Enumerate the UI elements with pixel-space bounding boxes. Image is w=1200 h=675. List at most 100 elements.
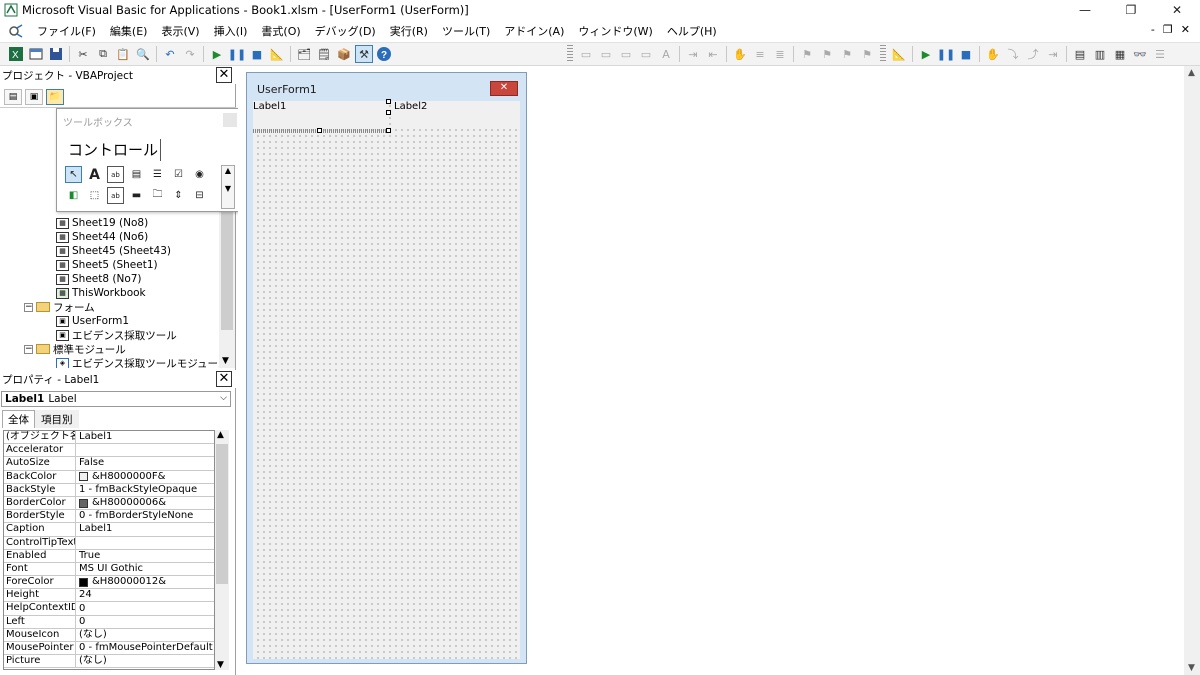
property-row[interactable]: AutoSize False — [4, 457, 214, 471]
property-row[interactable]: BorderColor &H80000006& — [4, 496, 214, 511]
userform-window[interactable]: UserForm1 ✕ Label1 Label2 — [246, 72, 527, 664]
property-row[interactable]: Caption Label1 — [4, 523, 214, 537]
toggle-breakpoint-icon[interactable]: ✋ — [731, 45, 749, 63]
commandbutton-tool-icon[interactable]: ab — [107, 187, 124, 204]
watch-window-icon[interactable]: ▦ — [1111, 45, 1129, 63]
label2-control[interactable]: Label2 — [394, 101, 520, 125]
property-row[interactable]: BackColor &H8000000F& — [4, 470, 214, 484]
help-icon[interactable]: ? — [375, 45, 393, 63]
minimize-button[interactable]: — — [1062, 0, 1108, 20]
mdi-close-button[interactable]: ✕ — [1181, 23, 1190, 36]
select-objects-icon[interactable]: ↖ — [65, 166, 82, 183]
tree-item-evidence-form[interactable]: ▣ エビデンス採取ツール — [56, 328, 177, 342]
tree-item-sheet45[interactable]: ▦ Sheet45 (Sheet43) — [56, 244, 171, 258]
toolbar-grip[interactable] — [880, 45, 886, 63]
redo-icon[interactable]: ↷ — [181, 45, 199, 63]
view-code-icon[interactable]: ▤ — [4, 88, 22, 105]
checkbox-tool-icon[interactable]: ☑ — [170, 166, 187, 183]
toolbox-scrollbar[interactable]: ▲ ▼ — [221, 165, 235, 209]
collapse-icon[interactable]: − — [24, 344, 33, 354]
scroll-down-icon[interactable]: ▼ — [217, 660, 224, 670]
property-row[interactable]: MouseIcon (なし) — [4, 628, 214, 642]
multipage-tool-icon[interactable]: 🗀 — [149, 187, 166, 204]
tree-item-sheet5[interactable]: ▦ Sheet5 (Sheet1) — [56, 258, 158, 272]
properties-window-icon[interactable]: 🗒 — [315, 45, 333, 63]
menu-insert[interactable]: 挿入(I) — [207, 23, 255, 39]
property-row[interactable]: Height 24 — [4, 589, 214, 603]
tabstrip-tool-icon[interactable]: ▬ — [128, 187, 145, 204]
locals-window-icon[interactable]: ▤ — [1071, 45, 1089, 63]
find-icon[interactable]: 🔍 — [134, 45, 152, 63]
tree-item-sheet-partial[interactable]: ▦ Sheet19 (No8) — [56, 216, 148, 230]
run-icon[interactable]: ▶ — [208, 45, 226, 63]
project-pane-close-button[interactable]: ✕ — [216, 67, 232, 83]
frame-tool-icon[interactable]: ⬚ — [86, 187, 103, 204]
view-excel-icon[interactable]: X — [7, 45, 25, 63]
property-row[interactable]: Picture (なし) — [4, 655, 214, 669]
menu-help[interactable]: ヘルプ(H) — [660, 23, 724, 39]
step-over-icon[interactable]: ⤵ — [1004, 45, 1022, 63]
menu-format[interactable]: 書式(O) — [254, 23, 307, 39]
reset-icon[interactable]: ■ — [248, 45, 266, 63]
run-to-cursor-icon[interactable]: ⇥ — [1044, 45, 1062, 63]
listbox-tool-icon[interactable]: ☰ — [149, 166, 166, 183]
uncomment-block-icon[interactable]: ≣ — [771, 45, 789, 63]
tab-alphabetic[interactable]: 全体 — [2, 410, 35, 428]
property-row[interactable]: Font MS UI Gothic — [4, 562, 214, 577]
menu-file[interactable]: ファイル(F) — [30, 23, 103, 39]
tree-item-sheet8[interactable]: ▦ Sheet8 (No7) — [56, 272, 142, 286]
indent-icon[interactable]: ⇥ — [684, 45, 702, 63]
save-icon[interactable] — [47, 45, 65, 63]
resize-handle[interactable] — [317, 128, 322, 133]
quick-watch-icon[interactable]: 👓 — [1131, 45, 1149, 63]
object-selector-dropdown[interactable]: Label1 Label ⌵ — [1, 391, 231, 407]
scroll-up-icon[interactable]: ▲ — [217, 430, 224, 440]
toggle-bookmark-icon[interactable]: ⚑ — [798, 45, 816, 63]
copy-icon[interactable]: ⧉ — [94, 45, 112, 63]
view-object-icon[interactable]: ▣ — [25, 88, 43, 105]
toolbox-close-button[interactable] — [223, 113, 237, 127]
tree-item-userform1[interactable]: ▣ UserForm1 — [56, 314, 129, 328]
scrollbar-thumb[interactable] — [216, 444, 228, 584]
combobox-tool-icon[interactable]: ▤ — [128, 166, 145, 183]
property-row[interactable]: Left 0 — [4, 615, 214, 629]
property-row[interactable]: Enabled True — [4, 549, 214, 563]
mdi-restore-button[interactable]: ❐ — [1163, 23, 1173, 36]
step-into-icon[interactable]: ✋ — [984, 45, 1002, 63]
toolbox-tab-controls[interactable]: コントロール — [65, 139, 161, 161]
tree-item-sheet44[interactable]: ▦ Sheet44 (No6) — [56, 230, 148, 244]
property-row[interactable]: ForeColor &H80000012& — [4, 576, 214, 590]
menu-tools[interactable]: ツール(T) — [435, 23, 497, 39]
resize-handle[interactable] — [386, 110, 391, 115]
property-row[interactable]: HelpContextID 0 — [4, 602, 214, 616]
clear-bookmarks-icon[interactable]: ⚑ — [858, 45, 876, 63]
tree-item-thisworkbook[interactable]: ▦ ThisWorkbook — [56, 286, 146, 300]
resize-handle[interactable] — [386, 128, 391, 133]
toolbar-grip[interactable] — [567, 45, 573, 63]
tree-folder-modules[interactable]: − 標準モジュール — [24, 342, 126, 356]
menu-debug[interactable]: デバッグ(D) — [308, 23, 383, 39]
menu-run[interactable]: 実行(R) — [383, 23, 435, 39]
paste-icon[interactable]: 📋 — [114, 45, 132, 63]
design-mode-icon[interactable]: 📐 — [268, 45, 286, 63]
project-explorer-icon[interactable]: 🗂 — [295, 45, 313, 63]
font-size-icon[interactable]: A — [657, 45, 675, 63]
mdi-minimize-button[interactable]: - — [1151, 23, 1155, 36]
immediate-window-icon[interactable]: ▥ — [1091, 45, 1109, 63]
toggle-folders-icon[interactable]: 📁 — [46, 88, 64, 105]
property-row[interactable]: BorderStyle 0 - fmBorderStyleNone — [4, 510, 214, 524]
scrollbar-tool-icon[interactable]: ⇕ — [170, 187, 187, 204]
collapse-icon[interactable]: − — [24, 302, 33, 312]
cut-icon[interactable]: ✂ — [74, 45, 92, 63]
align-center-icon[interactable]: ▭ — [597, 45, 615, 63]
run-icon-2[interactable]: ▶ — [917, 45, 935, 63]
close-button[interactable]: ✕ — [1154, 0, 1200, 20]
scroll-up-icon[interactable]: ▲ — [1188, 68, 1195, 78]
break-icon[interactable]: ❚❚ — [228, 45, 246, 63]
scroll-down-icon[interactable]: ▼ — [1188, 663, 1195, 673]
property-row[interactable]: Accelerator — [4, 444, 214, 458]
resize-handle[interactable] — [386, 99, 391, 104]
userform-close-button[interactable]: ✕ — [490, 81, 518, 96]
scroll-down-icon[interactable]: ▼ — [222, 356, 229, 366]
next-bookmark-icon[interactable]: ⚑ — [818, 45, 836, 63]
